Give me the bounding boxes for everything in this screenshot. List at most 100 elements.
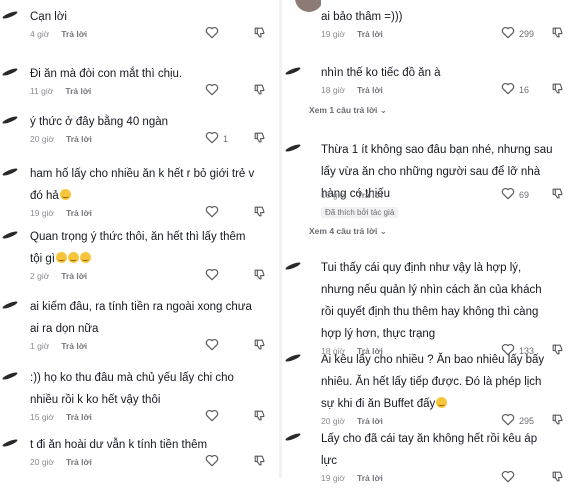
comment-text-line: rồi quyết định thu thêm hay không thì cà… bbox=[321, 306, 539, 318]
avatar[interactable] bbox=[283, 139, 305, 159]
thumbs-down-icon bbox=[551, 82, 564, 99]
reply-button[interactable]: Trả lời bbox=[357, 416, 383, 426]
comment-text-line: Đi ăn mà đòi con mắt thì chịu. bbox=[30, 68, 183, 80]
comment-time: 18 giờ bbox=[321, 190, 346, 200]
comment-text-line: hợp lý hơn, thực trạng bbox=[321, 328, 436, 340]
comment-text-line: Lấy cho đã cái tay ăn không hết rồi kêu … bbox=[321, 433, 538, 445]
emoji-icon bbox=[59, 189, 71, 200]
avatar[interactable] bbox=[283, 257, 305, 277]
avatar[interactable] bbox=[283, 62, 305, 82]
dislike-button[interactable] bbox=[551, 413, 564, 431]
view-replies-link[interactable]: Xem 4 câu trả lời ⌄ bbox=[309, 226, 387, 237]
like-button[interactable]: 295 bbox=[501, 413, 534, 428]
avatar[interactable] bbox=[0, 434, 22, 454]
dislike-button[interactable] bbox=[253, 454, 266, 472]
thumbs-down-icon bbox=[253, 409, 266, 426]
like-button[interactable] bbox=[205, 409, 219, 424]
comment-time: 1 giờ bbox=[30, 341, 50, 351]
comment-text-line: ai kiếm đâu, ra tính tiền ra ngoài xong … bbox=[30, 301, 252, 313]
like-count: 69 bbox=[519, 189, 530, 200]
reply-button[interactable]: Trả lời bbox=[357, 85, 383, 95]
comment-text-line: nhưng nếu quản lý nhìn cách ăn của khách bbox=[321, 284, 542, 296]
reply-button[interactable]: Trả lời bbox=[357, 29, 383, 39]
reply-button[interactable]: Trả lời bbox=[65, 86, 91, 96]
column-divider bbox=[279, 0, 282, 478]
avatar[interactable] bbox=[0, 367, 22, 387]
like-button[interactable]: 1 bbox=[205, 131, 228, 146]
dislike-button[interactable] bbox=[551, 26, 564, 44]
comment-meta: 11 giờ Trả lời bbox=[30, 86, 91, 96]
thumbs-down-icon bbox=[551, 343, 564, 360]
comment-text-line: ai bảo thâm =))) bbox=[321, 11, 403, 23]
comment-time: 19 giờ bbox=[30, 208, 55, 218]
reply-button[interactable]: Trả lời bbox=[66, 412, 92, 422]
like-button[interactable] bbox=[205, 338, 219, 353]
reply-button[interactable]: Trả lời bbox=[357, 190, 383, 200]
comment-meta: 18 giờ Trả lời bbox=[321, 85, 383, 95]
heart-icon bbox=[501, 26, 515, 41]
avatar[interactable] bbox=[283, 428, 305, 448]
like-button[interactable] bbox=[205, 26, 219, 41]
comment-text-line: nhiều rồi k ko hết vậy thôi bbox=[30, 394, 161, 406]
reply-button[interactable]: Trả lời bbox=[357, 473, 383, 483]
comment-text-line: Ai kêu lấy cho nhiều ? Ăn bao nhiêu lấy … bbox=[321, 354, 545, 366]
avatar[interactable] bbox=[0, 111, 22, 131]
like-button[interactable] bbox=[205, 454, 219, 469]
comment-meta: 20 giờ Trả lời bbox=[321, 416, 383, 426]
like-button[interactable]: 69 bbox=[501, 187, 529, 202]
reply-button[interactable]: Trả lời bbox=[61, 341, 87, 351]
dislike-button[interactable] bbox=[253, 268, 266, 286]
comment-meta: 20 giờ Trả lời bbox=[30, 457, 92, 467]
avatar[interactable] bbox=[0, 296, 22, 316]
comment-text-line: đó hả bbox=[30, 186, 71, 206]
avatar[interactable] bbox=[283, 349, 305, 369]
dislike-button[interactable] bbox=[551, 82, 564, 100]
avatar[interactable] bbox=[0, 163, 22, 183]
dislike-button[interactable] bbox=[253, 83, 266, 101]
reply-button[interactable]: Trả lời bbox=[61, 29, 87, 39]
like-button[interactable]: 299 bbox=[501, 26, 534, 41]
comment-time: 2 giờ bbox=[30, 271, 50, 281]
dislike-button[interactable] bbox=[551, 470, 564, 488]
dislike-button[interactable] bbox=[551, 343, 564, 361]
dislike-button[interactable] bbox=[253, 26, 266, 44]
dislike-button[interactable] bbox=[551, 187, 564, 205]
dislike-button[interactable] bbox=[253, 338, 266, 356]
comment-text-line: :)) họ ko thu đâu mà chủ yếu lấy chi cho bbox=[30, 372, 234, 384]
like-count: 16 bbox=[519, 84, 530, 95]
comment-text-line: tội gì bbox=[30, 249, 91, 269]
reply-button[interactable]: Trả lời bbox=[66, 208, 92, 218]
emoji-icon bbox=[55, 252, 67, 263]
comment-text-line: Tui thấy cái quy định như vậy là hợp lý, bbox=[321, 262, 522, 274]
thumbs-down-icon bbox=[551, 187, 564, 204]
like-button[interactable] bbox=[205, 268, 219, 283]
reply-button[interactable]: Trả lời bbox=[61, 271, 87, 281]
like-count: 295 bbox=[519, 415, 535, 426]
dislike-button[interactable] bbox=[253, 131, 266, 149]
comment-meta: 4 giờ Trả lời bbox=[30, 29, 87, 39]
view-replies-link[interactable]: Xem 1 câu trả lời ⌄ bbox=[309, 105, 387, 116]
comment-meta: 19 giờ Trả lời bbox=[321, 29, 383, 39]
reply-button[interactable]: Trả lời bbox=[66, 457, 92, 467]
thumbs-down-icon bbox=[253, 268, 266, 285]
reply-button[interactable]: Trả lời bbox=[66, 134, 92, 144]
like-button[interactable] bbox=[205, 83, 219, 98]
thumbs-down-icon bbox=[253, 205, 266, 222]
comment-time: 20 giờ bbox=[30, 457, 55, 467]
like-button[interactable]: 16 bbox=[501, 82, 529, 97]
comment-meta: 18 giờ Trả lời bbox=[321, 190, 383, 200]
avatar[interactable] bbox=[0, 226, 22, 246]
comment-text-line: ai ra dọn nữa bbox=[30, 323, 99, 335]
thumbs-down-icon bbox=[551, 413, 564, 430]
avatar[interactable] bbox=[0, 6, 22, 26]
avatar[interactable] bbox=[0, 63, 22, 83]
like-button[interactable] bbox=[205, 205, 219, 220]
avatar[interactable] bbox=[289, 0, 321, 16]
dislike-button[interactable] bbox=[253, 205, 266, 223]
comment-meta: 15 giờ Trả lời bbox=[30, 412, 92, 422]
dislike-button[interactable] bbox=[253, 409, 266, 427]
comment-text-line: Thừa 1 ít không sao đâu bạn nhé, nhưng s… bbox=[321, 144, 553, 156]
heart-icon bbox=[501, 82, 515, 97]
right-comment-column: ai bảo thâm =))) 19 giờ Trả lời 299 nhìn thế… bbox=[283, 0, 584, 483]
emoji-icon bbox=[67, 252, 79, 263]
